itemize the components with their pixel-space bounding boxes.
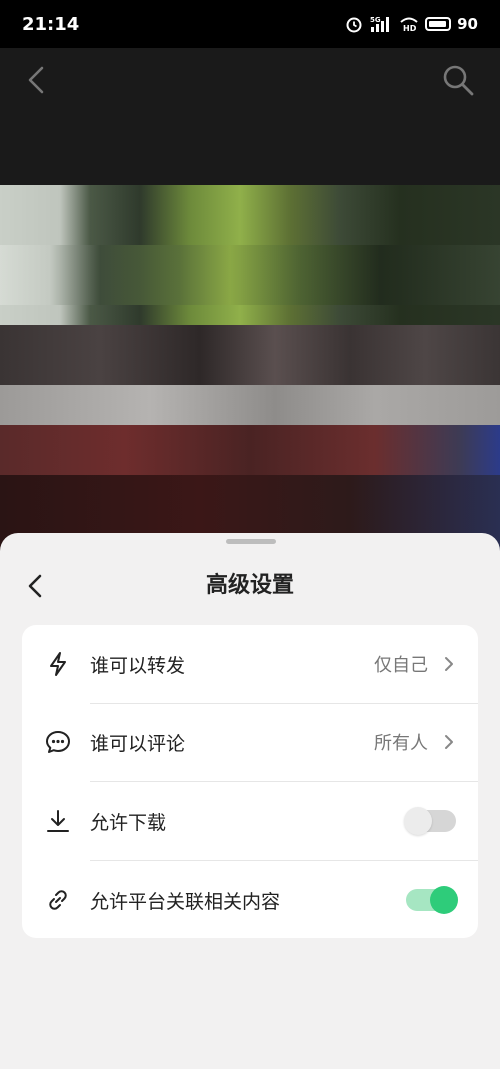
alarm-icon (346, 17, 362, 33)
platform-link-toggle[interactable] (406, 886, 458, 914)
toggle-knob (430, 886, 458, 914)
setting-label: 允许下载 (90, 811, 167, 834)
search-icon[interactable] (440, 62, 476, 98)
settings-card: 谁可以转发 仅自己 谁可以评论 所有人 允许下载 允许平台关联相关内容 (22, 625, 478, 938)
battery-icon (425, 17, 452, 31)
setting-row-comment[interactable]: 谁可以评论 所有人 (22, 703, 478, 781)
lightning-icon (50, 652, 66, 676)
signal-icon: 5G (370, 16, 390, 32)
status-icons: 5G HD 90 (345, 15, 478, 33)
chevron-right-icon (445, 735, 453, 749)
advanced-settings-sheet: 高级设置 谁可以转发 仅自己 谁可以评论 所有人 允许下载 允许平台关联相关内容 (0, 533, 500, 1069)
back-arrow-icon[interactable] (22, 62, 50, 98)
status-time: 21:14 (22, 13, 80, 35)
battery-level: 90 (457, 15, 478, 33)
setting-value: 仅自己 (374, 655, 428, 676)
setting-label: 允许平台关联相关内容 (90, 890, 281, 913)
setting-row-link: 允许平台关联相关内容 (22, 861, 478, 939)
video-top-bar (0, 48, 500, 188)
link-icon (49, 890, 67, 910)
blurred-video-frame (0, 185, 500, 555)
drag-handle[interactable] (226, 539, 276, 544)
sheet-title: 高级设置 (205, 573, 294, 598)
setting-row-download: 允许下载 (22, 782, 478, 860)
status-bar: 21:14 5G HD 90 (0, 0, 500, 48)
setting-value: 所有人 (374, 733, 428, 754)
chevron-right-icon (445, 657, 453, 671)
hd-label: HD (403, 24, 417, 33)
setting-label: 谁可以转发 (90, 654, 186, 677)
comment-icon (46, 731, 70, 753)
setting-row-forward[interactable]: 谁可以转发 仅自己 (22, 625, 478, 703)
setting-label: 谁可以评论 (90, 732, 186, 755)
download-icon (47, 810, 69, 832)
toggle-knob (404, 807, 432, 835)
hd-wifi-icon: HD (400, 17, 418, 33)
network-label: 5G (370, 16, 381, 24)
download-toggle[interactable] (404, 807, 456, 835)
